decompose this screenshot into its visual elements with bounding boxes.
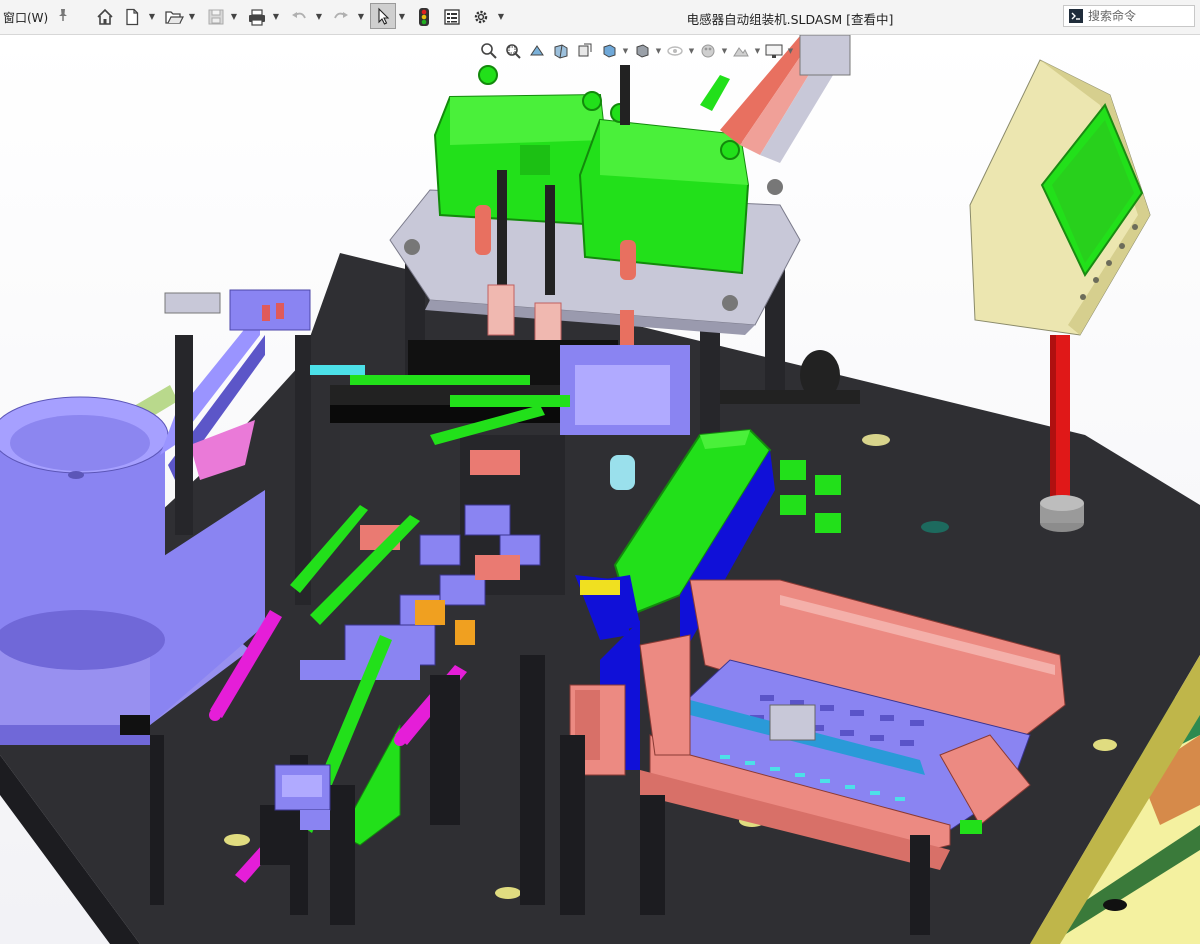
gear-icon[interactable] [470,6,492,28]
redo-dropdown-icon[interactable]: ▼ [357,10,365,24]
options-dropdown-icon[interactable]: ▼ [497,10,505,24]
zoom-to-area-icon[interactable] [502,40,524,62]
display-style-dropdown-icon[interactable]: ▼ [655,47,662,55]
new-document-dropdown-icon[interactable]: ▼ [148,10,156,24]
section-view-icon[interactable] [550,40,572,62]
options-list-icon[interactable] [441,6,463,28]
view-orientation-icon[interactable] [598,40,620,62]
pin-icon[interactable] [55,7,71,23]
edit-appearance-dropdown-icon[interactable]: ▼ [721,47,728,55]
print-dropdown-icon[interactable]: ▼ [272,10,280,24]
edit-appearance-icon[interactable] [697,40,719,62]
view-settings-dropdown-icon[interactable]: ▼ [787,47,794,55]
redo-icon[interactable] [330,6,352,28]
save-dropdown-icon[interactable]: ▼ [230,10,238,24]
view-orientation-dropdown-icon[interactable]: ▼ [622,47,629,55]
open-folder-icon[interactable] [163,6,185,28]
apply-scene-dropdown-icon[interactable]: ▼ [754,47,761,55]
hide-show-items-icon[interactable] [664,40,686,62]
search-box[interactable] [1063,5,1195,27]
heads-up-view-toolbar: ▼ ▼ ▼ ▼ ▼ ▼ [478,38,794,64]
view-settings-icon[interactable] [763,40,785,62]
home-icon[interactable] [94,6,116,28]
save-icon[interactable] [205,6,227,28]
print-icon[interactable] [246,6,268,28]
dynamic-annotation-icon[interactable] [574,40,596,62]
undo-dropdown-icon[interactable]: ▼ [315,10,323,24]
graphics-viewport[interactable]: ▼ ▼ ▼ ▼ ▼ ▼ [0,35,1200,944]
display-style-icon[interactable] [631,40,653,62]
search-input[interactable] [1088,6,1192,26]
new-document-icon[interactable] [121,6,143,28]
zoom-to-fit-icon[interactable] [478,40,500,62]
select-dropdown-icon[interactable]: ▼ [398,10,406,24]
previous-view-icon[interactable] [526,40,548,62]
title-bar: 窗口(W) ▼ ▼ ▼ ▼ ▼ ▼ ▼ ▼ 电感器自动组装机.SLDASM [查… [0,0,1200,35]
menu-window[interactable]: 窗口(W) [3,9,48,26]
undo-icon[interactable] [288,6,310,28]
traffic-light-icon[interactable] [413,6,435,28]
command-search-icon [1069,9,1083,23]
hide-show-dropdown-icon[interactable]: ▼ [688,47,695,55]
apply-scene-icon[interactable] [730,40,752,62]
assembly-model-view[interactable] [0,35,1200,944]
open-dropdown-icon[interactable]: ▼ [188,10,196,24]
document-title: 电感器自动组装机.SLDASM [查看中] [686,12,894,27]
select-pointer-icon[interactable] [370,3,396,29]
